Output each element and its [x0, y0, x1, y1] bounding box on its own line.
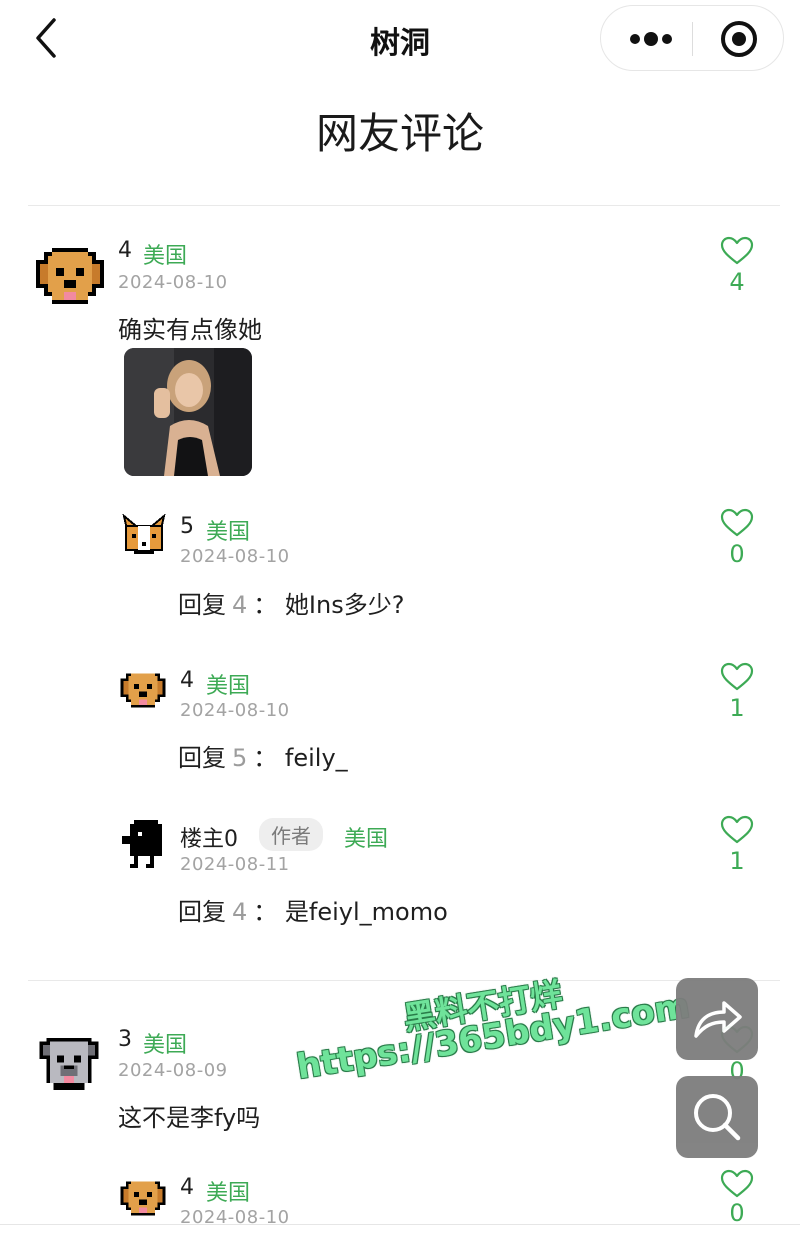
- avatar[interactable]: [120, 513, 168, 558]
- comment-text: 这不是李fy吗: [118, 1104, 261, 1132]
- reply-author: 4: [180, 1175, 194, 1200]
- reply-prefix: 回复: [178, 744, 226, 772]
- divider: [28, 980, 780, 981]
- reply-separator: ：: [253, 898, 278, 926]
- reply-author: 楼主0: [180, 827, 238, 852]
- reply-date: 2024-08-11: [180, 854, 290, 875]
- reply-location: 美国: [206, 1181, 251, 1206]
- more-dots-icon: [630, 32, 672, 46]
- heart-icon: [720, 662, 754, 691]
- page-heading: 网友评论: [315, 109, 484, 158]
- comment-author: 3: [118, 1027, 132, 1052]
- reply-date: 2024-08-10: [180, 700, 290, 721]
- comment-date: 2024-08-09: [118, 1060, 228, 1081]
- reply-text: 她Ins多少?: [284, 591, 405, 619]
- heart-icon: [720, 815, 754, 844]
- reply-date: 2024-08-10: [180, 546, 290, 567]
- like-button[interactable]: [720, 1169, 754, 1199]
- like-button[interactable]: [720, 815, 754, 845]
- black-bird-avatar-icon: [122, 820, 162, 868]
- reply-location: 美国: [206, 520, 251, 545]
- reply-text-line: 回复 4： 她Ins多少?: [178, 585, 404, 620]
- reply-location: 美国: [206, 674, 251, 699]
- heart-icon: [720, 236, 754, 265]
- like-button[interactable]: [720, 662, 754, 692]
- avatar[interactable]: [122, 820, 166, 868]
- dog-avatar-icon: [120, 1181, 166, 1216]
- reply-author: 5: [180, 514, 194, 539]
- reply-text-line: 回复 5： feily_: [178, 738, 348, 773]
- avatar[interactable]: [32, 244, 108, 308]
- like-count: 0: [729, 540, 745, 568]
- comment-photo[interactable]: [124, 348, 252, 476]
- share-arrow-icon: [694, 1001, 742, 1038]
- reply-separator: ：: [253, 591, 278, 619]
- avatar[interactable]: [118, 1176, 168, 1218]
- like-count: 1: [729, 847, 745, 875]
- reply-text: 是feiyl_momo: [284, 898, 448, 926]
- close-target-icon: [721, 21, 757, 57]
- comment-location: 美国: [143, 244, 188, 269]
- avatar[interactable]: [36, 1034, 102, 1094]
- reply-separator: ：: [253, 744, 278, 772]
- reply-prefix: 回复: [178, 591, 226, 619]
- share-button[interactable]: [676, 978, 758, 1060]
- like-count: 0: [729, 1199, 745, 1227]
- close-miniprogram-button[interactable]: [705, 16, 775, 62]
- reply-location: 美国: [344, 827, 389, 852]
- like-button[interactable]: [720, 236, 754, 266]
- search-button[interactable]: [676, 1076, 758, 1158]
- reply-author: 4: [180, 668, 194, 693]
- pug-avatar-icon: [39, 1037, 99, 1091]
- divider: [28, 205, 780, 206]
- reply-prefix: 回复: [178, 898, 226, 926]
- bottom-border: [0, 1224, 800, 1225]
- reply-target: 4: [232, 898, 248, 926]
- comment-date: 2024-08-10: [118, 272, 228, 293]
- like-count: 4: [729, 268, 745, 296]
- corgi-avatar-icon: [122, 513, 166, 554]
- reply-text: feily_: [284, 744, 348, 772]
- dog-avatar-icon: [36, 248, 104, 304]
- comment-text: 确实有点像她: [118, 316, 262, 344]
- comment-author: 4: [118, 238, 132, 263]
- capsule-divider: [692, 22, 693, 56]
- like-button[interactable]: [720, 508, 754, 538]
- heart-icon: [720, 508, 754, 537]
- more-button[interactable]: [615, 16, 685, 62]
- reply-target: 4: [232, 591, 248, 619]
- photo-image: [124, 348, 252, 476]
- heart-icon: [720, 1169, 754, 1198]
- capsule-menu: [600, 5, 784, 71]
- author-badge: 作者: [259, 818, 323, 851]
- reply-text-line: 回复 4： 是feiyl_momo: [178, 892, 448, 927]
- dog-avatar-icon: [120, 673, 166, 708]
- comment-location: 美国: [143, 1033, 188, 1058]
- search-icon: [694, 1094, 741, 1141]
- like-count: 1: [729, 694, 745, 722]
- reply-target: 5: [232, 744, 248, 772]
- avatar[interactable]: [118, 668, 168, 710]
